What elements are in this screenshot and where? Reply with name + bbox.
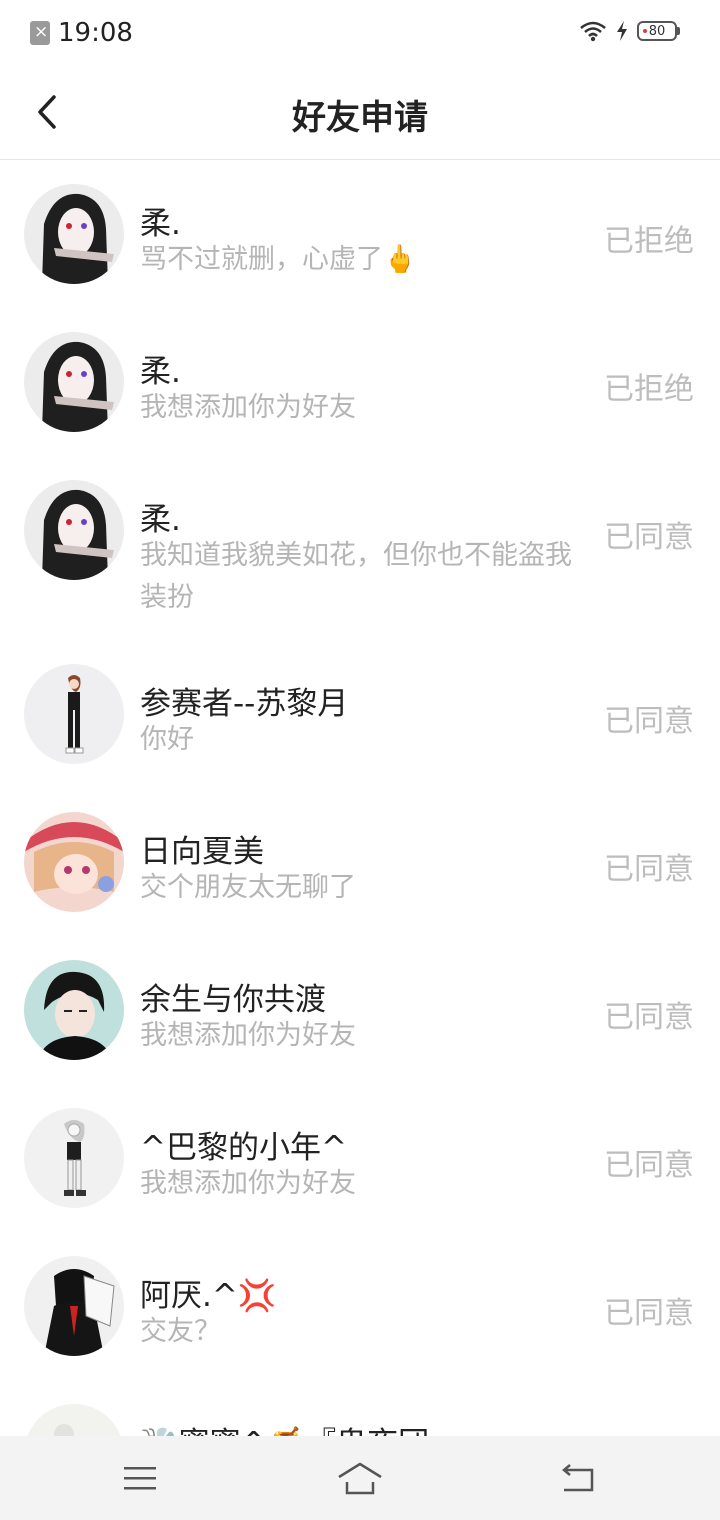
request-status: 已同意 — [604, 852, 694, 887]
wifi-icon — [580, 21, 606, 42]
charging-icon — [617, 21, 627, 41]
no-sim-icon — [30, 21, 50, 45]
request-name: 余生与你共渡 — [140, 982, 326, 1018]
system-nav-bar — [0, 1436, 720, 1520]
menu-button[interactable] — [118, 1456, 162, 1500]
home-icon — [338, 1462, 382, 1495]
avatar — [24, 1108, 124, 1208]
avatar — [24, 332, 124, 432]
friend-request-item[interactable]: ^巴黎的小年^ 我想添加你为好友 已同意 — [0, 1084, 720, 1232]
request-message: 我想添加你为好友 — [140, 392, 356, 423]
back-nav-button[interactable] — [556, 1456, 600, 1500]
status-bar: 19:08 80 — [0, 0, 720, 66]
menu-icon — [124, 1467, 156, 1490]
request-name: 参赛者--苏黎月 — [140, 686, 349, 722]
request-name: 🐝蜜蜜^🍯『鬼夜団』 — [140, 1418, 460, 1436]
request-name: 柔. — [140, 354, 181, 390]
request-message: 我想添加你为好友 — [140, 1020, 356, 1051]
request-status: 已同意 — [604, 520, 694, 555]
avatar — [24, 1256, 124, 1356]
request-name: 柔. — [140, 206, 181, 242]
battery-icon: 80 — [637, 21, 680, 41]
request-message: 交个朋友太无聊了 — [140, 872, 356, 903]
friend-request-item[interactable]: 余生与你共渡 我想添加你为好友 已同意 — [0, 936, 720, 1084]
friend-request-item[interactable]: 日向夏美 交个朋友太无聊了 已同意 — [0, 788, 720, 936]
request-status: 已拒绝 — [604, 224, 694, 259]
request-status: 已同意 — [604, 1296, 694, 1331]
return-icon — [562, 1464, 594, 1492]
avatar — [24, 812, 124, 912]
page-title: 好友申请 — [292, 98, 428, 138]
request-status: 已同意 — [604, 704, 694, 739]
request-message: 我想添加你为好友 — [140, 1168, 356, 1199]
header: 好友申请 — [0, 66, 720, 160]
friend-request-item[interactable]: 柔. 我想添加你为好友 已拒绝 — [0, 308, 720, 456]
avatar — [24, 960, 124, 1060]
clock: 19:08 — [58, 18, 133, 48]
request-message: 你好 — [140, 724, 194, 755]
request-status: 已拒绝 — [604, 372, 694, 407]
friend-request-item[interactable]: 阿厌.^💢 交友？ 已同意 — [0, 1232, 720, 1380]
avatar — [24, 1404, 124, 1436]
avatar — [24, 480, 124, 580]
request-message: 骂不过就删，心虚了🖕 — [140, 244, 417, 275]
avatar — [24, 664, 124, 764]
home-button[interactable] — [336, 1456, 384, 1500]
battery-level: 80 — [648, 23, 666, 39]
request-name: 柔. — [140, 502, 181, 538]
request-message: 交友？ — [140, 1316, 221, 1347]
friend-request-item[interactable]: 柔. 我知道我貌美如花，但你也不能盗我装扮 已同意 — [0, 456, 720, 640]
friend-request-item[interactable]: 柔. 骂不过就删，心虚了🖕 已拒绝 — [0, 160, 720, 308]
request-name: 日向夏美 — [140, 834, 264, 870]
request-message: 我知道我貌美如花，但你也不能盗我装扮 — [140, 540, 572, 613]
request-name: 阿厌.^💢 — [140, 1278, 277, 1314]
avatar — [24, 184, 124, 284]
request-name: ^巴黎的小年^ — [140, 1130, 347, 1166]
friend-request-list[interactable]: 柔. 骂不过就删，心虚了🖕 已拒绝 柔. 我想添加你为好友 已拒绝 柔. 我知道… — [0, 160, 720, 1436]
friend-request-item[interactable]: 🐝蜜蜜^🍯『鬼夜団』 — [0, 1380, 720, 1436]
request-status: 已同意 — [604, 1148, 694, 1183]
request-status: 已同意 — [604, 1000, 694, 1035]
friend-request-item[interactable]: 参赛者--苏黎月 你好 已同意 — [0, 640, 720, 788]
